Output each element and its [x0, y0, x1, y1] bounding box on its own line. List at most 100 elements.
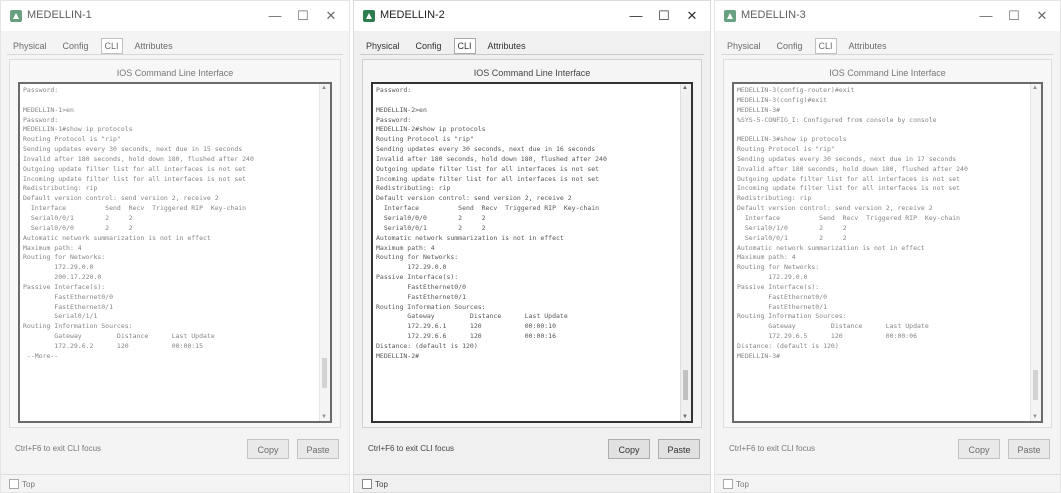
paste-button[interactable]: Paste: [297, 439, 339, 459]
scroll-up-icon[interactable]: ▲: [1032, 85, 1038, 91]
scroll-down-icon[interactable]: ▼: [321, 414, 327, 420]
tab-physical[interactable]: Physical: [9, 38, 51, 54]
top-checkbox[interactable]: Top: [723, 479, 749, 489]
cli-line: Sending updates every 30 seconds, next d…: [737, 154, 957, 163]
router-window-1: MEDELLIN-1 — ☐ ✕ Physical Config CLI Attributes…: [0, 0, 350, 493]
close-icon[interactable]: ✕: [678, 6, 706, 26]
cli-line: Sending updates every 30 seconds, next d…: [376, 145, 596, 154]
cli-line: Routing Protocol is "rip": [23, 135, 121, 144]
cli-focus-hint: Ctrl+F6 to exit CLI focus: [729, 444, 816, 453]
checkbox-box[interactable]: [9, 479, 19, 489]
cli-line: MEDELLIN-3#show ip protocols: [737, 135, 847, 144]
title-bar[interactable]: MEDELLIN-3 — ☐ ✕: [715, 1, 1060, 31]
packet-tracer-icon: [723, 9, 737, 23]
cli-line: Serial0/0/0 2 2: [23, 223, 133, 232]
cli-line: Default version control: send version 2,…: [376, 194, 572, 203]
tab-cli[interactable]: CLI: [100, 38, 123, 54]
cli-terminal[interactable]: Password: MEDELLIN-1>en Password: MEDELLIN…: [18, 82, 332, 423]
top-checkbox[interactable]: Top: [362, 479, 388, 489]
cli-line: Outgoing update filter list for all inte…: [23, 164, 247, 173]
cli-line: [23, 96, 318, 106]
window-title: MEDELLIN-2: [380, 9, 445, 21]
footer-divider: [715, 474, 1060, 475]
maximize-icon[interactable]: ☐: [1000, 6, 1028, 26]
cli-line: Distance: (default is 120): [376, 341, 478, 350]
cli-line: %SYS-5-CONFIG_I: Configured from console…: [737, 115, 937, 124]
scrollbar[interactable]: ▲ ▼: [1030, 84, 1041, 421]
checkbox-box[interactable]: [723, 479, 733, 489]
copy-button[interactable]: Copy: [247, 439, 289, 459]
cli-output: Password: MEDELLIN-2>en Password: MEDELLIN…: [376, 86, 679, 362]
tab-physical[interactable]: Physical: [362, 38, 404, 54]
cli-heading: IOS Command Line Interface: [829, 68, 946, 78]
title-bar[interactable]: MEDELLIN-1 — ☐ ✕: [1, 1, 349, 31]
cli-line: Gateway Distance Last Update: [376, 312, 568, 321]
minimize-icon[interactable]: —: [622, 6, 650, 26]
copy-button[interactable]: Copy: [608, 439, 650, 459]
scroll-up-icon[interactable]: ▲: [682, 85, 688, 91]
scroll-up-icon[interactable]: ▲: [321, 85, 327, 91]
cli-panel: IOS Command Line Interface Password: MEDE…: [362, 59, 702, 428]
cli-line: Passive Interface(s):: [737, 282, 820, 291]
copy-button[interactable]: Copy: [958, 439, 1000, 459]
cli-line: Automatic network summarization is not i…: [376, 233, 564, 242]
cli-line: Outgoing update filter list for all inte…: [376, 164, 600, 173]
top-checkbox[interactable]: Top: [9, 479, 35, 489]
tab-config[interactable]: Config: [773, 38, 807, 54]
cli-line: Serial0/0/1 2 2: [23, 213, 133, 222]
cli-line: 172.29.6.2 120 00:00:15: [23, 341, 204, 350]
cli-terminal[interactable]: Password: MEDELLIN-2>en Password: MEDELLIN…: [371, 82, 693, 423]
cli-line: Password:: [23, 115, 59, 124]
cli-line: MEDELLIN-3(config-router)#exit: [737, 86, 855, 94]
cli-line: Routing Information Sources:: [23, 322, 133, 331]
cli-line: 200.17.220.0: [23, 273, 102, 282]
checkbox-box[interactable]: [362, 479, 372, 489]
cli-line: [376, 96, 679, 106]
cli-terminal[interactable]: MEDELLIN-3(config-router)#exit MEDELLIN-3…: [732, 82, 1043, 423]
title-bar[interactable]: MEDELLIN-2 — ☐ ✕: [354, 1, 710, 31]
scrollbar[interactable]: ▲ ▼: [680, 84, 691, 421]
cli-line: FastEthernet0/1: [23, 302, 114, 311]
scrollbar[interactable]: ▲ ▼: [319, 84, 330, 421]
scroll-thumb[interactable]: [1033, 369, 1038, 400]
tab-config[interactable]: Config: [59, 38, 93, 54]
router-window-2: MEDELLIN-2 — ☐ ✕ Physical Config CLI Attributes…: [353, 0, 711, 493]
cli-line: Outgoing update filter list for all inte…: [737, 174, 961, 183]
tab-cli[interactable]: CLI: [453, 38, 476, 54]
minimize-icon[interactable]: —: [972, 6, 1000, 26]
cli-line: Passive Interface(s):: [376, 273, 459, 282]
cli-line: 172.29.0.0: [737, 273, 808, 282]
cli-output: Password: MEDELLIN-1>en Password: MEDELLIN…: [23, 86, 318, 362]
tab-physical[interactable]: Physical: [723, 38, 765, 54]
tab-config[interactable]: Config: [412, 38, 446, 54]
maximize-icon[interactable]: ☐: [289, 6, 317, 26]
tab-attributes[interactable]: Attributes: [845, 38, 891, 54]
paste-button[interactable]: Paste: [658, 439, 700, 459]
scroll-thumb[interactable]: [683, 369, 688, 400]
scroll-down-icon[interactable]: ▼: [1032, 414, 1038, 420]
cli-line: Invalid after 180 seconds, hold down 180…: [737, 164, 968, 173]
tab-attributes[interactable]: Attributes: [131, 38, 177, 54]
window-controls: — ☐ ✕: [622, 6, 706, 26]
close-icon[interactable]: ✕: [317, 6, 345, 26]
cli-output: MEDELLIN-3(config-router)#exit MEDELLIN-3…: [737, 86, 1029, 362]
tab-cli[interactable]: CLI: [814, 38, 837, 54]
close-icon[interactable]: ✕: [1028, 6, 1056, 26]
tab-bar: Physical Config CLI Attributes: [723, 38, 891, 54]
cli-line: MEDELLIN-3#: [737, 105, 781, 114]
router-window-3: MEDELLIN-3 — ☐ ✕ Physical Config CLI Attributes…: [714, 0, 1061, 493]
scroll-down-icon[interactable]: ▼: [682, 414, 688, 420]
paste-button[interactable]: Paste: [1008, 439, 1050, 459]
tab-attributes[interactable]: Attributes: [484, 38, 530, 54]
tab-bar: Physical Config CLI Attributes: [9, 38, 177, 54]
maximize-icon[interactable]: ☐: [650, 6, 678, 26]
cli-line: Serial0/1/0 2 2: [737, 223, 847, 232]
cli-line: Maximum path: 4: [376, 243, 435, 252]
window-title: MEDELLIN-1: [27, 9, 92, 21]
cli-line: Automatic network summarization is not i…: [737, 243, 925, 252]
cli-line: 172.29.6.1 120 00:00:10: [376, 322, 557, 331]
scroll-thumb[interactable]: [322, 358, 327, 389]
packet-tracer-icon: [362, 9, 376, 23]
footer-divider: [1, 474, 349, 475]
minimize-icon[interactable]: —: [261, 6, 289, 26]
